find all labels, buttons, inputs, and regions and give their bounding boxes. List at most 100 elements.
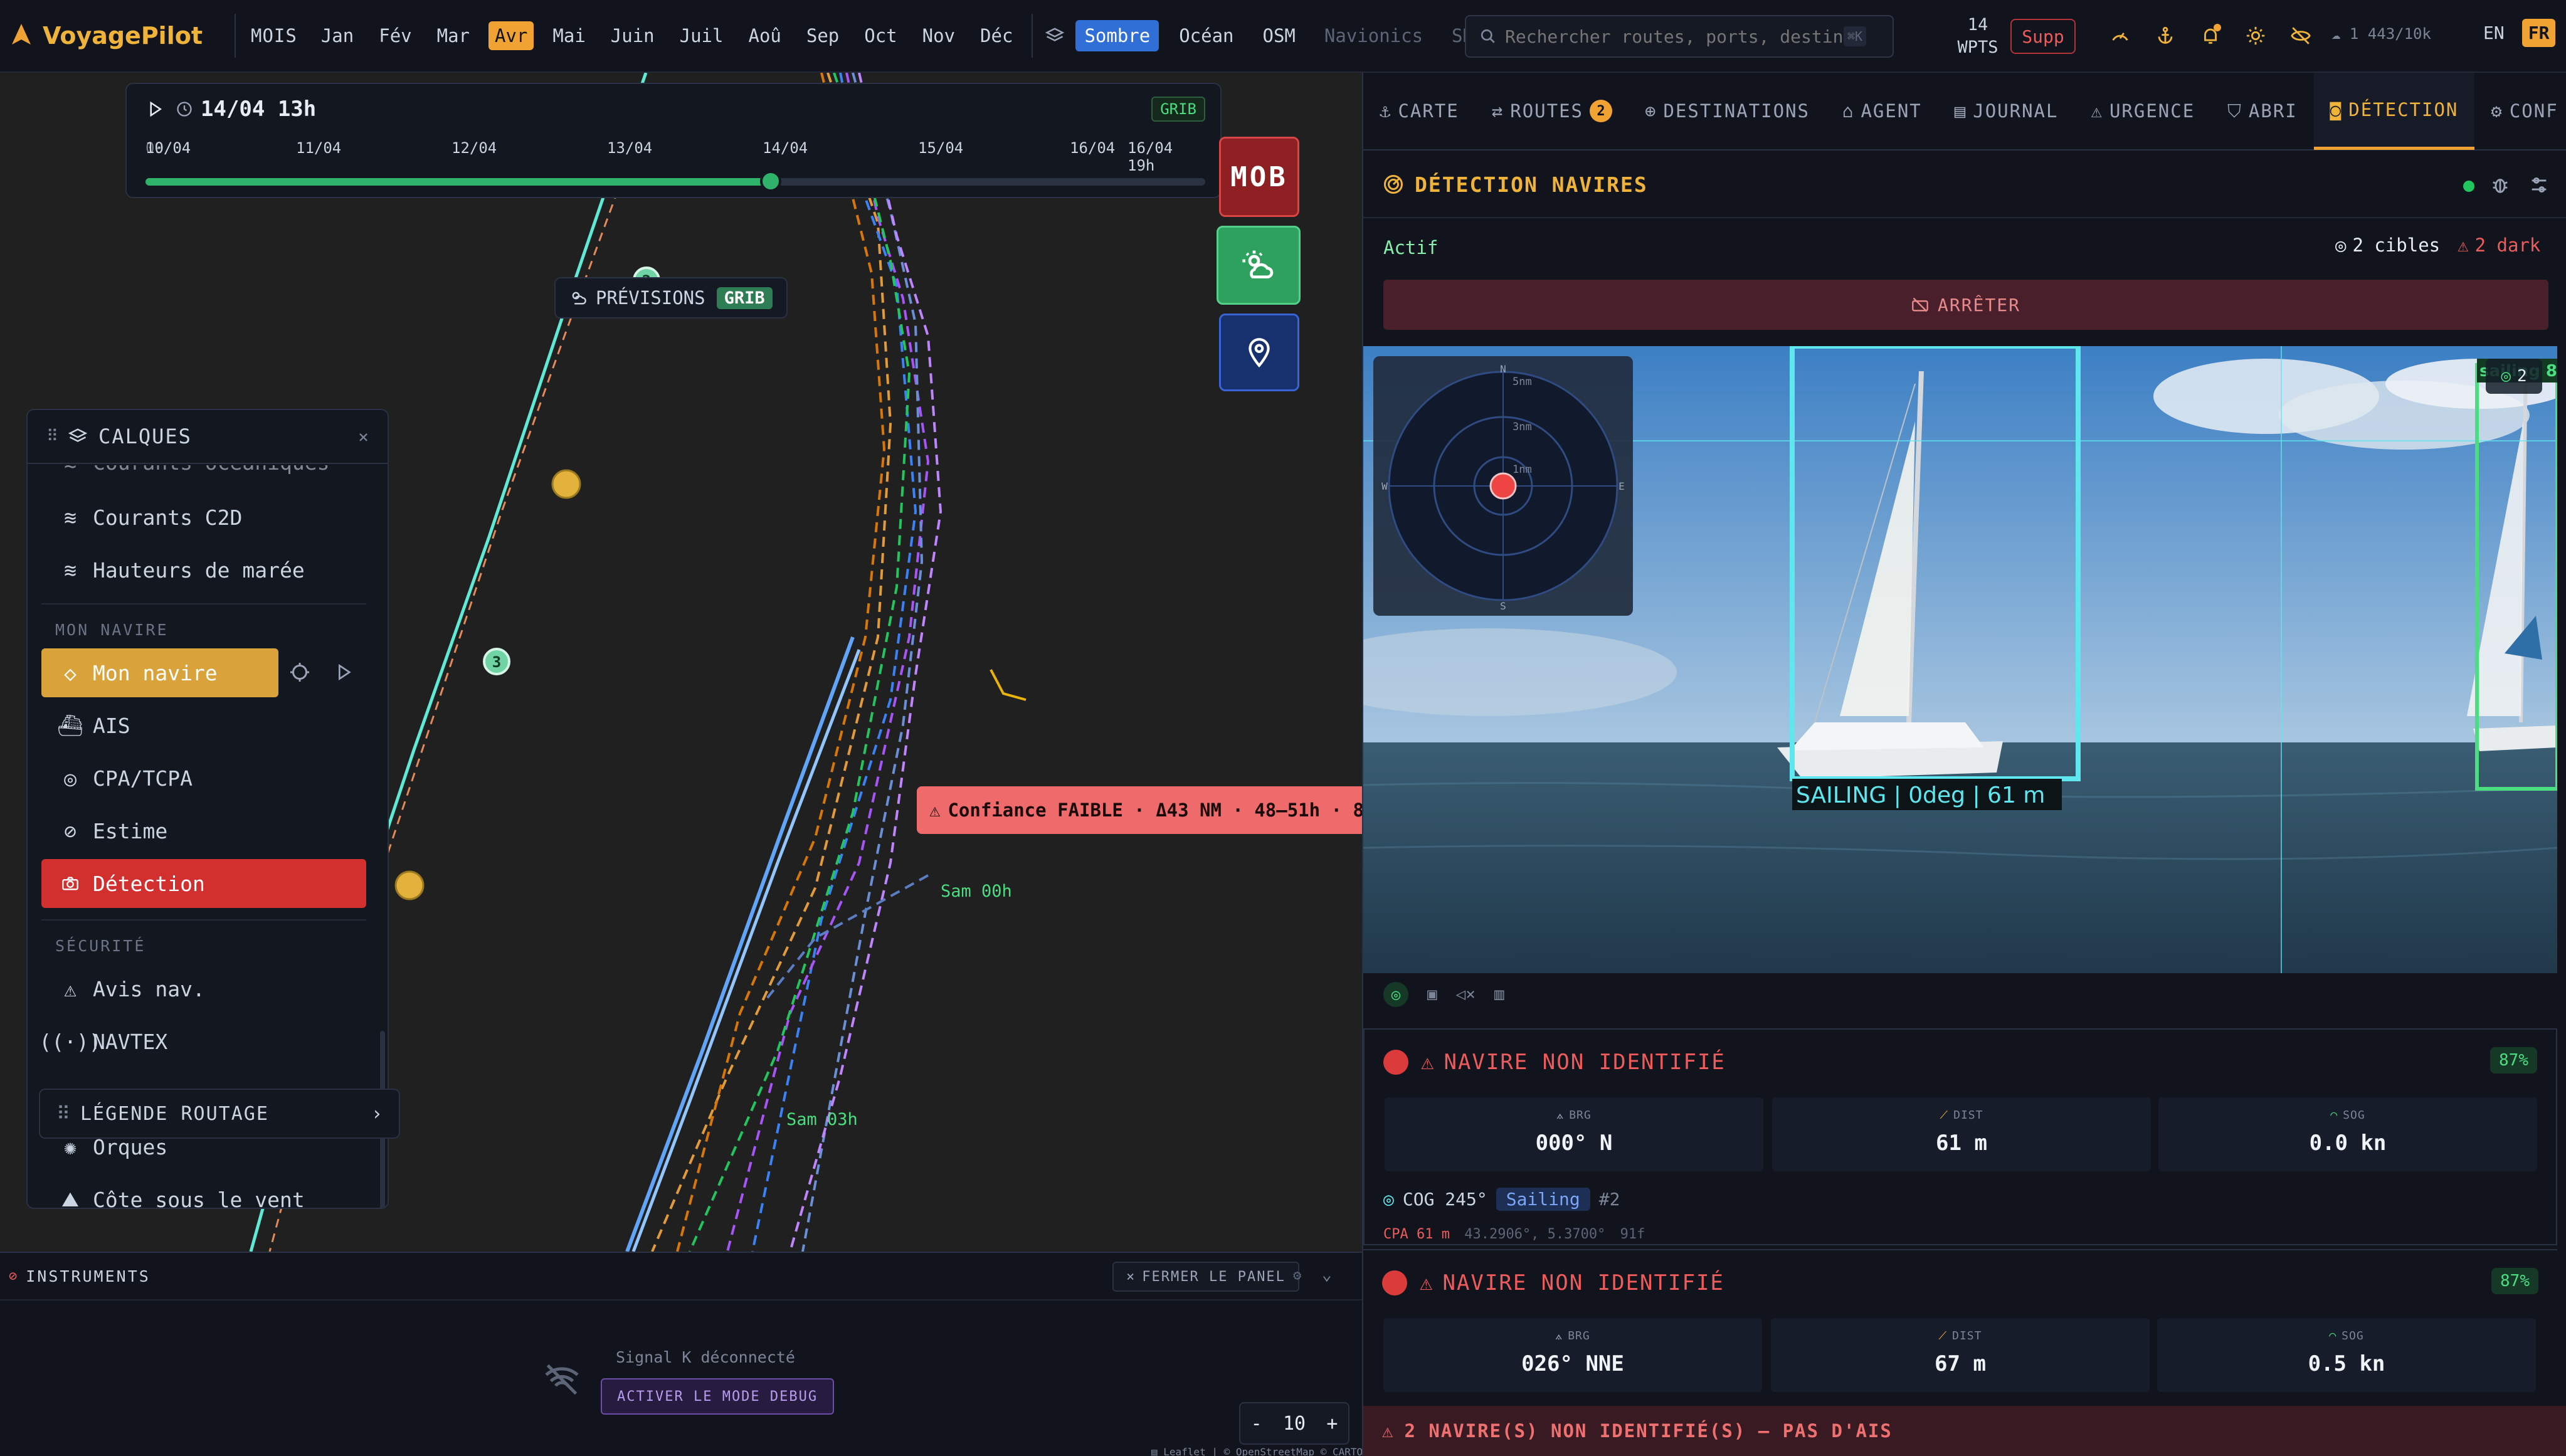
sliders-icon[interactable] [2528, 174, 2550, 196]
tab-urgence[interactable]: ⚠ URGENCE [2074, 73, 2211, 150]
radio-icon: ((·)) [39, 1029, 102, 1054]
weather-button[interactable] [1217, 226, 1301, 305]
close-icon[interactable]: × [358, 426, 369, 447]
compass-logo-icon [9, 22, 34, 50]
tab-detection[interactable]: ◙ DÉTECTION [2313, 73, 2475, 150]
confidence-banner[interactable]: ⚠ Confiance FAIBLE · Δ43 NM · 48–51h · 8 [917, 786, 1362, 834]
tab-conf[interactable]: ⚙ CONF [2474, 73, 2566, 150]
play-icon[interactable] [334, 662, 354, 682]
stop-detection-button[interactable]: ARRÊTER [1383, 280, 2548, 330]
settings-icon[interactable]: ⚙ [1293, 1268, 1301, 1284]
delete-button[interactable]: Supp [2010, 19, 2076, 54]
play-icon[interactable] [145, 100, 164, 119]
divider [235, 14, 236, 58]
tab-agent[interactable]: ⌂ AGENT [1826, 73, 1938, 150]
layer-avis-nav[interactable]: ⚠ Avis nav. [41, 964, 366, 1013]
month-feb[interactable]: Fév [372, 21, 418, 50]
month-dec[interactable]: Déc [974, 21, 1019, 50]
bell-icon[interactable] [2197, 23, 2224, 49]
tab-abri[interactable]: ⛉ ABRI [2211, 73, 2314, 150]
tab-destinations[interactable]: ⊕ DESTINATIONS [1629, 73, 1826, 150]
layer-my-vessel[interactable]: ◇ Mon navire [41, 648, 278, 697]
sun-icon[interactable] [2242, 23, 2269, 49]
camera-off-icon [1911, 296, 1929, 314]
layer-cpa-tcpa[interactable]: ◎ CPA/TCPA [41, 754, 366, 803]
tab-journal[interactable]: ▤ JOURNAL [1938, 73, 2075, 150]
anchor-icon[interactable] [2152, 23, 2178, 49]
gauge-icon[interactable] [2107, 23, 2133, 49]
month-may[interactable]: Mai [546, 21, 591, 50]
close-panel-button[interactable]: × FERMER LE PANEL [1112, 1262, 1299, 1292]
timeline-day-label: 12/04 [451, 139, 497, 157]
month-mar[interactable]: Mar [431, 21, 476, 50]
layer-lee-shore[interactable]: ⛰ Côte sous le vent [41, 1175, 366, 1208]
detection-status: Actif [1383, 237, 1439, 258]
zoom-in-button[interactable]: + [1326, 1413, 1338, 1435]
layer-estime[interactable]: ⊘ Estime [41, 806, 366, 855]
style-osm[interactable]: OSM [1254, 20, 1304, 51]
map-attribution[interactable]: ▤ Leaflet | © OpenStreetMap © CARTO [1151, 1446, 1363, 1456]
timeline-slider[interactable] [145, 171, 1205, 192]
style-ocean[interactable]: Océan [1170, 20, 1242, 51]
tab-routes[interactable]: ⇄ ROUTES 2 [1476, 73, 1629, 150]
month-jul[interactable]: Juil [673, 21, 730, 50]
app-logo[interactable]: VoyagePilot [9, 22, 235, 50]
warning-icon: ⚠ [2458, 235, 2469, 256]
crosshair-icon[interactable] [288, 661, 311, 683]
tab-carte[interactable]: ⚓ CARTE [1363, 73, 1476, 150]
vessel-card[interactable]: ⚠ NAVIRE NON IDENTIFIÉ 87% ⟑ BRG 000° N ⟋… [1363, 1028, 2557, 1245]
mute-icon[interactable]: ◁× [1456, 982, 1476, 1007]
lang-en[interactable]: EN [2477, 19, 2511, 47]
previsions-grib-button[interactable]: PRÉVISIONS GRIB [554, 277, 788, 319]
chart-icon[interactable]: ▥ [1494, 982, 1504, 1007]
month-apr[interactable]: Avr [488, 21, 534, 50]
month-jun[interactable]: Juin [605, 21, 661, 50]
man-overboard-button[interactable]: MOB [1219, 137, 1299, 217]
layer-detection[interactable]: Détection [41, 859, 366, 908]
layers-icon [68, 427, 88, 446]
warning-icon: ⚠ [1382, 1420, 1395, 1442]
month-sep[interactable]: Sep [800, 21, 845, 50]
chevron-down-icon[interactable]: ⌄ [1322, 1265, 1332, 1284]
distance-label: ⟋ DIST [1940, 1109, 1983, 1122]
month-nov[interactable]: Nov [916, 21, 961, 50]
routing-legend-toggle[interactable]: ⠿ LÉGENDE ROUTAGE › [39, 1089, 400, 1139]
wifi-off-icon [543, 1361, 581, 1398]
image-icon[interactable]: ▣ [1427, 982, 1437, 1007]
waves-icon: ≋ [59, 465, 82, 475]
confidence-badge: 87% [2490, 1047, 2537, 1074]
location-pin-button[interactable] [1219, 314, 1299, 391]
layer-tide-heights[interactable]: ≋ Hauteurs de marée [41, 546, 366, 594]
drag-handle-icon[interactable]: ⠿ [56, 1103, 71, 1125]
warning-icon: ⚠ [1421, 1050, 1435, 1075]
style-sombre[interactable]: Sombre [1075, 20, 1159, 51]
layer-ocean-currents[interactable]: ≋ Courants océaniques [41, 465, 366, 487]
clock-icon [176, 100, 193, 118]
drag-handle-icon[interactable]: ⠿ [46, 427, 58, 446]
ruler-icon: ⟋ [1940, 1109, 1949, 1122]
radar-toggle-icon[interactable]: ◎ [1383, 982, 1408, 1007]
month-jan[interactable]: Jan [315, 21, 360, 50]
search-box[interactable]: ⌘K [1465, 15, 1894, 58]
layer-navtex[interactable]: ((·)) NAVTEX [39, 1017, 366, 1066]
lang-fr[interactable]: FR [2521, 19, 2556, 47]
zoom-out-button[interactable]: - [1251, 1413, 1262, 1435]
radar-icon: ◎ [2335, 235, 2347, 256]
month-aug[interactable]: Aoû [742, 21, 787, 50]
debug-mode-button[interactable]: ACTIVER LE MODE DEBUG [601, 1378, 835, 1415]
timeline-handle[interactable] [760, 171, 782, 192]
layer-currents-c2d[interactable]: ≋ Courants C2D [41, 493, 366, 542]
camera-feed[interactable]: SAILING | 0deg | 61 m sailing 87% 5nm 3n… [1363, 346, 2557, 973]
map-canvas[interactable]: 2 3 Sam 00h Sam 03h ⚠ Confiance FAIBLE ·… [0, 73, 1362, 1252]
month-oct[interactable]: Oct [858, 21, 903, 50]
speed-metric: ◠ SOG 0.5 kn [2157, 1318, 2536, 1392]
eye-off-icon[interactable] [2288, 23, 2314, 49]
month-label: MOIS [251, 25, 297, 46]
layer-ais[interactable]: ⛴ AIS [41, 701, 366, 750]
warning-icon: ⚠ [2091, 100, 2103, 122]
bug-icon[interactable] [2489, 174, 2511, 196]
layers-panel-header[interactable]: ⠿ CALQUES × [28, 410, 388, 464]
vessel-card[interactable]: ⚠ NAVIRE NON IDENTIFIÉ 87% ⟑ BRG 026° NNE… [1363, 1249, 2557, 1406]
style-navionics[interactable]: Navionics [1316, 20, 1432, 51]
search-input[interactable] [1505, 26, 1844, 47]
